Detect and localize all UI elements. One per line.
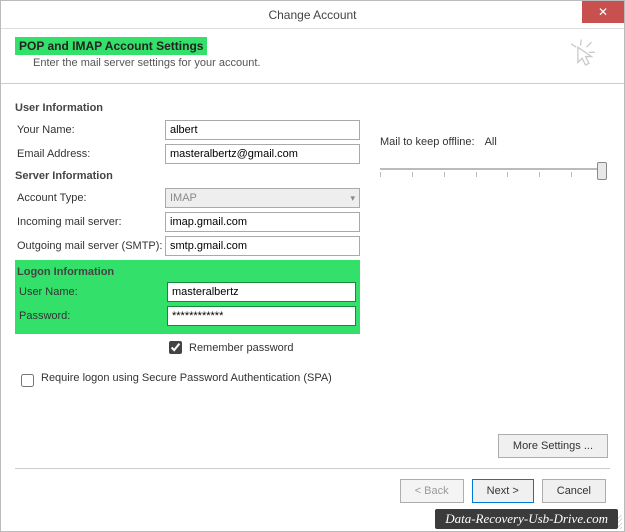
server-info-heading: Server Information — [15, 170, 360, 182]
email-input[interactable] — [165, 144, 360, 164]
next-button[interactable]: Next > — [472, 479, 534, 503]
logon-info-block: Logon Information User Name: Password: — [15, 260, 360, 334]
outgoing-label: Outgoing mail server (SMTP): — [15, 240, 165, 252]
content: User Information Your Name: Email Addres… — [1, 84, 624, 469]
user-info-heading: User Information — [15, 102, 360, 114]
change-account-window: Change Account ✕ POP and IMAP Account Se… — [0, 0, 625, 532]
mail-offline-label: Mail to keep offline: — [380, 136, 475, 148]
account-type-label: Account Type: — [15, 192, 165, 204]
right-column: Mail to keep offline: All — [380, 96, 610, 390]
account-type-value: IMAP — [170, 192, 197, 204]
username-input[interactable] — [167, 282, 356, 302]
chevron-down-icon: ▾ — [350, 193, 355, 204]
header-subtitle: Enter the mail server settings for your … — [33, 57, 566, 69]
close-button[interactable]: ✕ — [582, 1, 624, 23]
slider-thumb[interactable] — [597, 162, 607, 180]
spa-checkbox[interactable] — [21, 374, 34, 387]
incoming-server-input[interactable] — [165, 212, 360, 232]
mail-offline-slider[interactable] — [380, 158, 604, 182]
password-label: Password: — [17, 310, 167, 322]
mail-offline-value: All — [485, 136, 497, 148]
password-input[interactable] — [167, 306, 356, 326]
email-label: Email Address: — [15, 148, 165, 160]
slider-ticks — [380, 172, 604, 177]
watermark: Data-Recovery-Usb-Drive.com — [435, 509, 618, 529]
window-title: Change Account — [268, 8, 356, 22]
footer: < Back Next > Cancel — [1, 469, 624, 513]
header-title: POP and IMAP Account Settings — [15, 37, 207, 55]
close-icon: ✕ — [598, 5, 608, 19]
left-column: User Information Your Name: Email Addres… — [15, 96, 360, 390]
slider-track — [380, 168, 604, 170]
cursor-icon — [566, 37, 600, 71]
your-name-input[interactable] — [165, 120, 360, 140]
outgoing-server-input[interactable] — [165, 236, 360, 256]
account-type-select: IMAP ▾ — [165, 188, 360, 208]
remember-password-checkbox[interactable] — [169, 341, 182, 354]
spa-label: Require logon using Secure Password Auth… — [41, 371, 332, 385]
more-settings-button[interactable]: More Settings ... — [498, 434, 608, 458]
incoming-label: Incoming mail server: — [15, 216, 165, 228]
cancel-button[interactable]: Cancel — [542, 479, 606, 503]
remember-password-row[interactable]: Remember password — [165, 338, 360, 357]
titlebar: Change Account ✕ — [1, 1, 624, 29]
your-name-label: Your Name: — [15, 124, 165, 136]
back-button: < Back — [400, 479, 464, 503]
remember-password-label: Remember password — [189, 342, 294, 354]
header: POP and IMAP Account Settings Enter the … — [1, 29, 624, 84]
username-label: User Name: — [17, 286, 167, 298]
spa-row[interactable]: Require logon using Secure Password Auth… — [17, 371, 337, 390]
logon-info-heading: Logon Information — [17, 266, 356, 278]
